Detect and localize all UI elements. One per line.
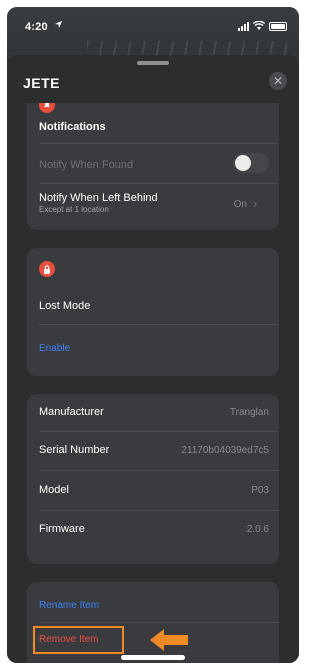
actions-card: Rename Item Remove Item	[27, 582, 279, 663]
item-detail-sheet: JETE ✕ Notifications Notify When Found N…	[7, 55, 299, 663]
info-label-model: Model	[39, 484, 69, 496]
lost-mode-card: Lost Mode Enable	[27, 248, 279, 376]
notify-left-behind-row[interactable]	[27, 185, 279, 229]
notify-when-found-toggle[interactable]	[233, 153, 269, 173]
info-label-firmware: Firmware	[39, 523, 85, 535]
info-label-manufacturer: Manufacturer	[39, 406, 104, 418]
map-roads	[87, 41, 287, 55]
pointer-arrow-icon	[150, 629, 188, 651]
sheet-title: JETE	[23, 75, 61, 91]
notification-bell-icon	[39, 103, 55, 113]
close-button[interactable]: ✕	[269, 72, 287, 90]
close-icon: ✕	[272, 74, 284, 88]
info-value-manufacturer: Tranglan	[229, 407, 269, 418]
device-info-card: Manufacturer Tranglan Serial Number 2117…	[27, 394, 279, 564]
notifications-card: Notifications Notify When Found Notify W…	[27, 103, 279, 230]
cellular-signal-icon	[238, 21, 249, 31]
notify-when-found-label: Notify When Found	[39, 159, 134, 171]
status-icons	[238, 20, 287, 32]
home-indicator	[121, 655, 185, 660]
location-arrow-icon	[54, 20, 63, 32]
lost-mode-heading: Lost Mode	[39, 300, 91, 312]
remove-item-button[interactable]: Remove Item	[39, 634, 98, 645]
phone-screen: 4:20 JETE ✕ Notifications Notify When Fo…	[7, 7, 299, 663]
notifications-heading: Notifications	[39, 121, 106, 133]
lock-icon	[39, 261, 55, 277]
info-value-serial: 21170b04039ed7c5	[181, 445, 269, 456]
info-value-model: P03	[251, 485, 269, 496]
enable-lost-mode-link[interactable]: Enable	[39, 343, 70, 354]
status-time: 4:20	[25, 21, 48, 33]
wifi-icon	[252, 17, 266, 35]
info-label-serial: Serial Number	[39, 444, 110, 456]
battery-icon	[269, 21, 287, 31]
status-bar: 4:20	[7, 7, 299, 41]
sheet-grabber[interactable]	[137, 61, 169, 65]
info-value-firmware: 2.0.6	[246, 524, 269, 535]
rename-item-button[interactable]: Rename Item	[39, 600, 99, 611]
